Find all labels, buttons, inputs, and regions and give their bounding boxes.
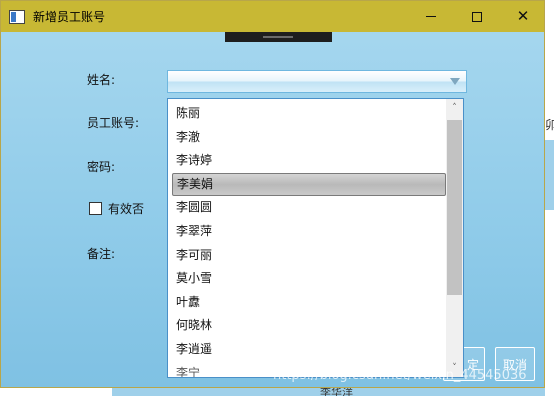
maximize-icon bbox=[472, 11, 482, 22]
valid-checkbox-label: 有效否 bbox=[108, 202, 145, 216]
chevron-down-icon[interactable] bbox=[450, 78, 460, 85]
list-item[interactable]: 何晓林 bbox=[172, 314, 446, 338]
scroll-down-button[interactable]: ˅ bbox=[446, 359, 463, 377]
list-item-selected[interactable]: 李美娟 bbox=[172, 172, 446, 197]
minimize-icon bbox=[426, 16, 436, 17]
account-label: 员工账号: bbox=[87, 116, 140, 130]
list-item[interactable]: 李圆圆 bbox=[172, 196, 446, 220]
title-bar[interactable]: 新增员工账号 ✕ bbox=[1, 1, 544, 32]
cancel-button-label: 取消 bbox=[502, 357, 527, 372]
close-icon: ✕ bbox=[516, 7, 530, 25]
add-employee-account-window: 新增员工账号 ✕ 姓名: 员工账号: 密码: 有效否 备注: 定 取消 陈丽 李… bbox=[0, 0, 545, 388]
ok-button-label: 定 bbox=[466, 357, 479, 372]
minimize-button[interactable] bbox=[408, 1, 454, 32]
list-item[interactable]: 李澈 bbox=[172, 126, 446, 150]
dropdown-scrollbar[interactable]: ˄ ˅ bbox=[446, 99, 463, 377]
remark-label: 备注: bbox=[87, 247, 116, 261]
cancel-button[interactable]: 取消 bbox=[495, 347, 535, 381]
chevron-down-icon: ˅ bbox=[452, 363, 457, 373]
background-text: 卯 bbox=[545, 118, 554, 132]
list-item[interactable]: 陈丽 bbox=[172, 102, 446, 126]
list-item[interactable]: 李宁 bbox=[172, 362, 446, 377]
close-button[interactable]: ✕ bbox=[500, 1, 544, 32]
drag-handle[interactable] bbox=[225, 32, 332, 42]
name-dropdown-list[interactable]: 陈丽 李澈 李诗婷 李美娟 李圆圆 李翠萍 李可丽 莫小雪 叶纛 何晓林 李逍遥… bbox=[167, 98, 464, 378]
list-item[interactable]: 李翠萍 bbox=[172, 220, 446, 244]
list-item[interactable]: 李逍遥 bbox=[172, 338, 446, 362]
background-strip bbox=[545, 140, 554, 210]
background-app: 卯 bbox=[545, 0, 554, 396]
password-label: 密码: bbox=[87, 160, 116, 174]
list-item[interactable]: 李可丽 bbox=[172, 244, 446, 268]
window-title: 新增员工账号 bbox=[33, 10, 106, 24]
scroll-up-button[interactable]: ˄ bbox=[446, 99, 463, 117]
scrollbar-thumb[interactable] bbox=[447, 120, 462, 295]
maximize-button[interactable] bbox=[454, 1, 500, 32]
app-icon bbox=[9, 9, 25, 24]
dropdown-items: 陈丽 李澈 李诗婷 李美娟 李圆圆 李翠萍 李可丽 莫小雪 叶纛 何晓林 李逍遥… bbox=[172, 102, 446, 377]
valid-checkbox[interactable] bbox=[89, 202, 102, 215]
list-item[interactable]: 叶纛 bbox=[172, 291, 446, 315]
name-label: 姓名: bbox=[87, 73, 116, 87]
list-item[interactable]: 莫小雪 bbox=[172, 267, 446, 291]
name-combobox[interactable] bbox=[167, 70, 467, 93]
list-item[interactable]: 李诗婷 bbox=[172, 149, 446, 173]
chevron-up-icon: ˄ bbox=[452, 103, 457, 113]
valid-checkbox-row[interactable]: 有效否 bbox=[89, 200, 144, 217]
